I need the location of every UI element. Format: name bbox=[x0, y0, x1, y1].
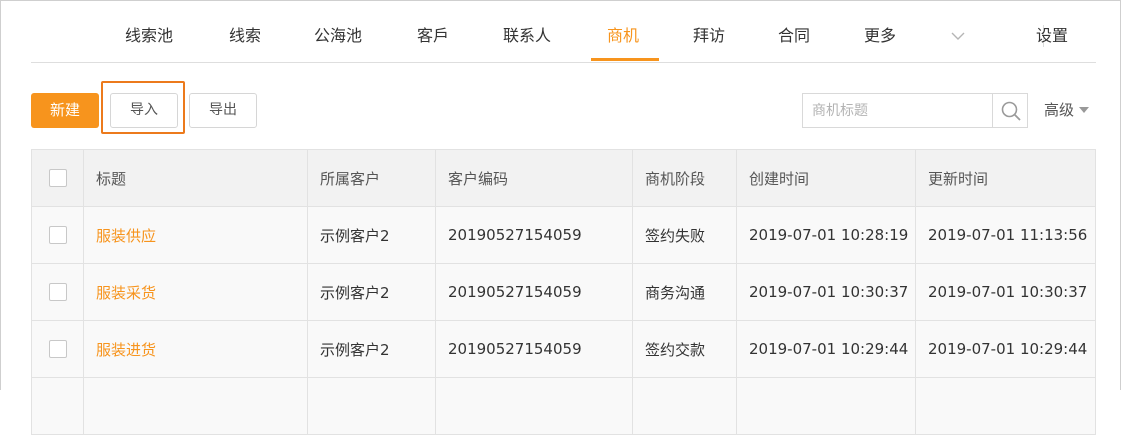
caret-down-icon bbox=[1079, 107, 1090, 113]
customer-code-cell: 20190527154059 bbox=[435, 320, 633, 378]
created-cell: 2019-07-01 10:28:19 bbox=[736, 206, 916, 264]
updated-cell: 2019-07-01 10:30:37 bbox=[915, 263, 1096, 321]
column-header-stage[interactable]: 商机阶段 bbox=[632, 149, 737, 207]
search-button[interactable] bbox=[992, 93, 1028, 128]
created-cell bbox=[736, 377, 916, 435]
title-cell: 服装采货 bbox=[83, 263, 308, 321]
search-icon bbox=[1001, 101, 1021, 121]
nav-item-settings[interactable]: 设置 bbox=[1036, 1, 1068, 63]
advanced-filter-toggle[interactable]: 高级 bbox=[1044, 93, 1090, 128]
row-select-cell bbox=[31, 320, 84, 378]
opportunity-title-link[interactable]: 服装采货 bbox=[96, 284, 156, 302]
select-all-checkbox[interactable] bbox=[48, 169, 67, 188]
column-header-title[interactable]: 标题 bbox=[83, 149, 308, 207]
nav-item-leads[interactable]: 线索 bbox=[229, 1, 261, 63]
table-row[interactable]: 服装进货 示例客户2 20190527154059 签约交款 2019-07-0… bbox=[31, 320, 1096, 378]
row-checkbox[interactable] bbox=[48, 340, 67, 359]
column-header-created[interactable]: 创建时间 bbox=[736, 149, 916, 207]
created-cell: 2019-07-01 10:29:44 bbox=[736, 320, 916, 378]
nav-item-customers[interactable]: 客戶 bbox=[417, 1, 449, 63]
row-checkbox[interactable] bbox=[48, 226, 67, 245]
nav-item-lead-pool[interactable]: 线索池 bbox=[125, 1, 173, 63]
search-input[interactable] bbox=[802, 93, 993, 128]
nav-item-opportunities[interactable]: 商机 bbox=[607, 1, 639, 63]
stage-cell: 签约失败 bbox=[632, 206, 737, 264]
top-nav: 线索池 线索 公海池 客戶 联系人 商机 拜访 合同 更多 设置 bbox=[31, 1, 1096, 63]
customer-cell: 示例客户2 bbox=[307, 206, 436, 264]
customer-code-cell: 20190527154059 bbox=[435, 206, 633, 264]
row-select-cell bbox=[31, 206, 84, 264]
customer-code-cell bbox=[435, 377, 633, 435]
row-select-cell bbox=[31, 377, 84, 435]
opportunities-table: 标题 所属客户 客户编码 商机阶段 创建时间 更新时间 服装供应 示例客户2 2… bbox=[31, 149, 1096, 435]
title-cell: 服装进货 bbox=[83, 320, 308, 378]
stage-cell: 商务沟通 bbox=[632, 263, 737, 321]
select-all-cell bbox=[31, 149, 84, 207]
customer-code-cell: 20190527154059 bbox=[435, 263, 633, 321]
nav-item-visits[interactable]: 拜访 bbox=[693, 1, 725, 63]
customer-cell: 示例客户2 bbox=[307, 263, 436, 321]
nav-item-public-pool[interactable]: 公海池 bbox=[314, 1, 362, 63]
created-cell: 2019-07-01 10:30:37 bbox=[736, 263, 916, 321]
table-row[interactable]: 服装采货 示例客户2 20190527154059 商务沟通 2019-07-0… bbox=[31, 263, 1096, 321]
updated-cell: 2019-07-01 11:13:56 bbox=[915, 206, 1096, 264]
chevron-down-icon[interactable] bbox=[949, 29, 967, 43]
table-row-partial bbox=[31, 377, 1096, 435]
title-cell: 服装供应 bbox=[83, 206, 308, 264]
app-frame: 线索池 线索 公海池 客戶 联系人 商机 拜访 合同 更多 设置 新建 导入 导… bbox=[0, 0, 1121, 435]
updated-cell bbox=[915, 377, 1096, 435]
active-tab-indicator bbox=[591, 58, 659, 61]
nav-item-contracts[interactable]: 合同 bbox=[778, 1, 810, 63]
import-button[interactable]: 导入 bbox=[110, 93, 178, 128]
customer-cell: 示例客户2 bbox=[307, 320, 436, 378]
column-header-customer[interactable]: 所属客户 bbox=[307, 149, 436, 207]
column-header-updated[interactable]: 更新时间 bbox=[915, 149, 1096, 207]
export-button[interactable]: 导出 bbox=[189, 93, 257, 128]
opportunity-title-link[interactable]: 服装进货 bbox=[96, 341, 156, 359]
nav-item-more[interactable]: 更多 bbox=[864, 1, 896, 63]
row-select-cell bbox=[31, 263, 84, 321]
row-checkbox[interactable] bbox=[48, 283, 67, 302]
title-cell bbox=[83, 377, 308, 435]
customer-cell bbox=[307, 377, 436, 435]
opportunity-title-link[interactable]: 服装供应 bbox=[96, 227, 156, 245]
column-header-customer-code[interactable]: 客户编码 bbox=[435, 149, 633, 207]
stage-cell bbox=[632, 377, 737, 435]
table-header-row: 标题 所属客户 客户编码 商机阶段 创建时间 更新时间 bbox=[31, 149, 1096, 207]
advanced-label: 高级 bbox=[1044, 101, 1075, 119]
table-row[interactable]: 服装供应 示例客户2 20190527154059 签约失败 2019-07-0… bbox=[31, 206, 1096, 264]
nav-item-contacts[interactable]: 联系人 bbox=[503, 1, 551, 63]
stage-cell: 签约交款 bbox=[632, 320, 737, 378]
updated-cell: 2019-07-01 10:29:44 bbox=[915, 320, 1096, 378]
new-button[interactable]: 新建 bbox=[31, 93, 99, 128]
